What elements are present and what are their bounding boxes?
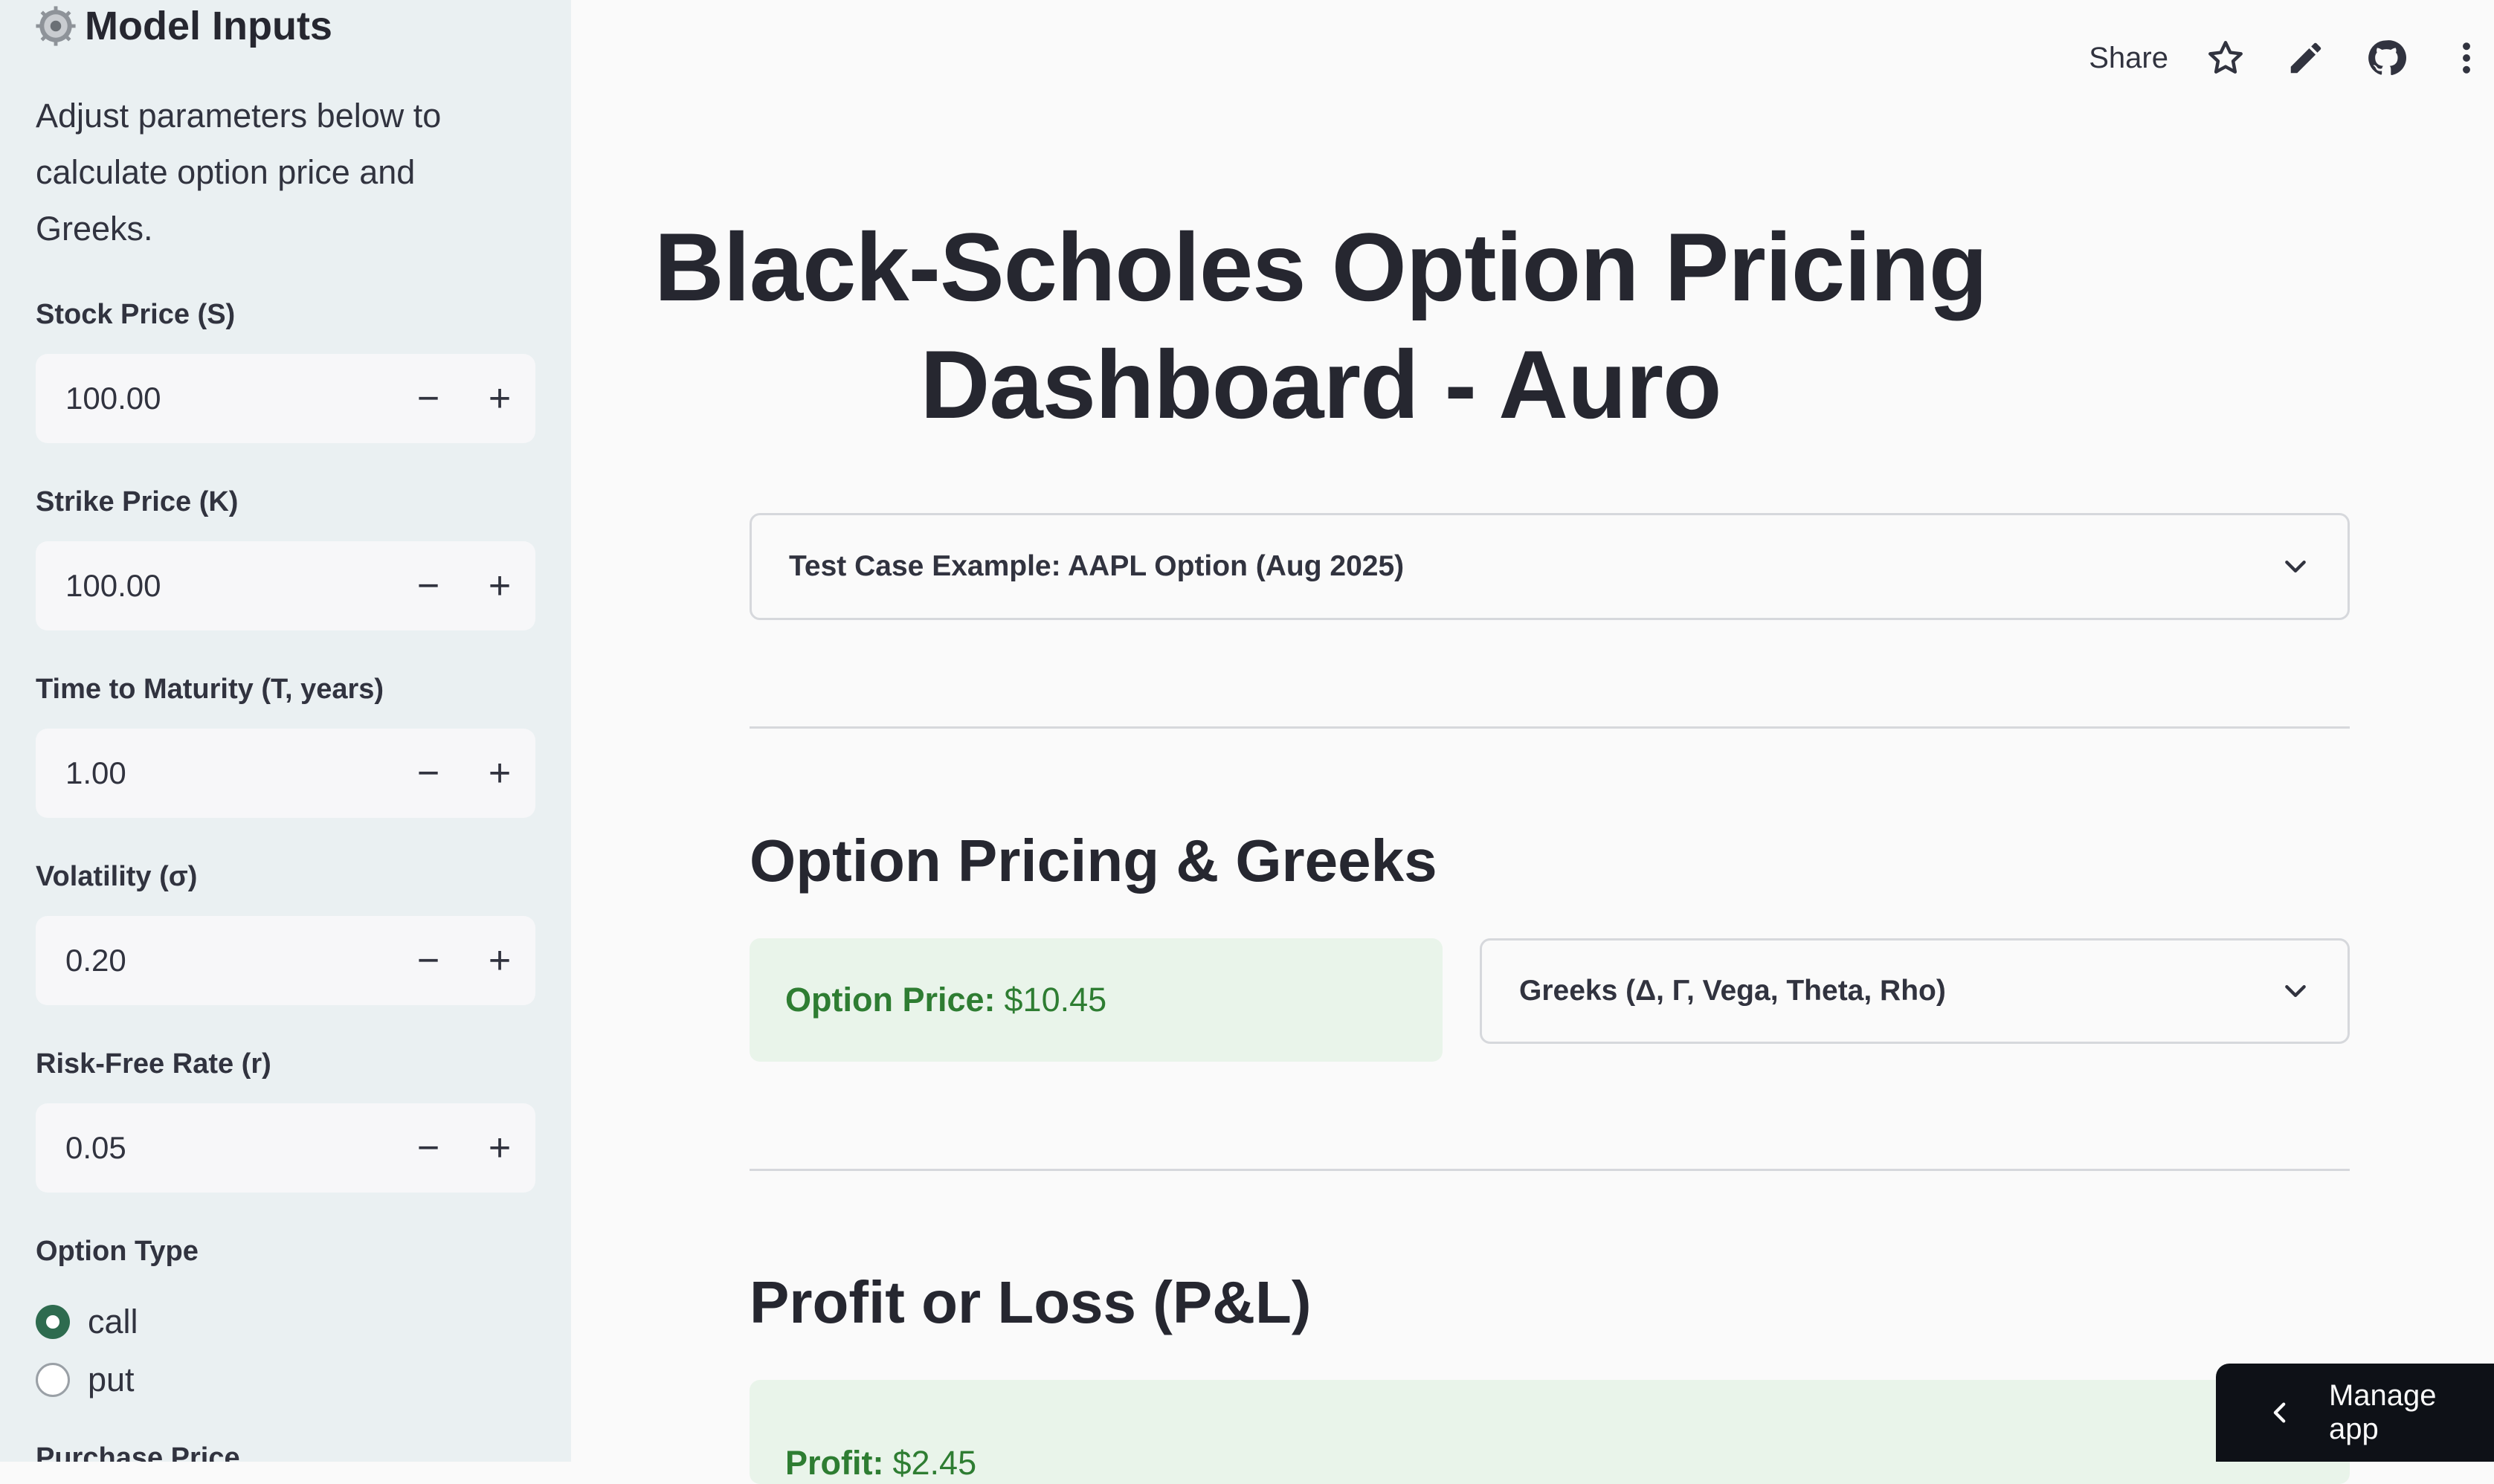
maturity-decrement-button[interactable]: − xyxy=(393,729,464,818)
radio-unselected-icon[interactable] xyxy=(36,1363,70,1397)
option-put-label[interactable]: put xyxy=(88,1361,135,1399)
option-call-label[interactable]: call xyxy=(88,1303,138,1341)
strike-price-decrement-button[interactable]: − xyxy=(393,541,464,630)
profit-value: $2.45 xyxy=(892,1444,977,1482)
stock-price-label: Stock Price (S) xyxy=(36,299,236,330)
option-type-put-radio[interactable]: put xyxy=(36,1361,135,1399)
risk-free-rate-input[interactable]: 0.05 − + xyxy=(36,1103,535,1193)
option-price-label: Option Price: xyxy=(785,981,996,1019)
risk-free-rate-increment-button[interactable]: + xyxy=(464,1103,535,1193)
option-type-call-radio[interactable]: call xyxy=(36,1303,138,1341)
profit-metric: Profit: $2.45 xyxy=(750,1380,2350,1484)
option-type-label: Option Type xyxy=(36,1236,199,1267)
pricing-section-heading: Option Pricing & Greeks xyxy=(750,828,1437,894)
maturity-increment-button[interactable]: + xyxy=(464,729,535,818)
maturity-input[interactable]: 1.00 − + xyxy=(36,729,535,818)
option-price-metric: Option Price: $10.45 xyxy=(750,938,1443,1062)
maturity-label: Time to Maturity (T, years) xyxy=(36,674,384,705)
divider xyxy=(750,726,2350,729)
profit-label: Profit: xyxy=(785,1444,884,1482)
chevron-left-icon[interactable] xyxy=(2268,1400,2293,1425)
sidebar-description: Adjust parameters below to calculate opt… xyxy=(36,97,442,248)
manage-app-button[interactable]: Manage app xyxy=(2216,1364,2494,1462)
radio-selected-icon[interactable] xyxy=(36,1305,70,1339)
test-case-expander[interactable]: Test Case Example: AAPL Option (Aug 2025… xyxy=(750,513,2350,620)
stock-price-value[interactable]: 100.00 xyxy=(36,381,393,416)
pnl-section-heading: Profit or Loss (P&L) xyxy=(750,1269,1312,1335)
sidebar-title: Model Inputs xyxy=(85,4,332,48)
greeks-expander-label[interactable]: Greeks (Δ, Γ, Vega, Theta, Rho) xyxy=(1519,975,1946,1007)
manage-app-label[interactable]: Manage app xyxy=(2329,1379,2494,1446)
page-title: Black-Scholes Option Pricing Dashboard -… xyxy=(654,213,1988,439)
maturity-value[interactable]: 1.00 xyxy=(36,755,393,791)
chevron-down-icon[interactable] xyxy=(2281,976,2310,1006)
strike-price-label: Strike Price (K) xyxy=(36,486,239,517)
test-case-expander-label[interactable]: Test Case Example: AAPL Option (Aug 2025… xyxy=(789,550,1404,583)
option-price-value: $10.45 xyxy=(1004,981,1107,1019)
main-content: Black-Scholes Option Pricing Dashboard -… xyxy=(571,0,2494,1484)
risk-free-rate-label: Risk-Free Rate (r) xyxy=(36,1048,271,1080)
strike-price-increment-button[interactable]: + xyxy=(464,541,535,630)
volatility-input[interactable]: 0.20 − + xyxy=(36,916,535,1005)
strike-price-input[interactable]: 100.00 − + xyxy=(36,541,535,630)
divider xyxy=(750,1169,2350,1171)
volatility-value[interactable]: 0.20 xyxy=(36,943,393,978)
chevron-down-icon[interactable] xyxy=(2281,552,2310,581)
gear-icon xyxy=(36,6,76,46)
risk-free-rate-value[interactable]: 0.05 xyxy=(36,1130,393,1166)
risk-free-rate-decrement-button[interactable]: − xyxy=(393,1103,464,1193)
volatility-decrement-button[interactable]: − xyxy=(393,916,464,1005)
purchase-price-label: Purchase Price xyxy=(36,1442,240,1462)
volatility-label: Volatility (σ) xyxy=(36,861,198,892)
stock-price-input[interactable]: 100.00 − + xyxy=(36,354,535,443)
sidebar-header: Model Inputs xyxy=(34,0,332,52)
greeks-expander[interactable]: Greeks (Δ, Γ, Vega, Theta, Rho) xyxy=(1480,938,2350,1044)
strike-price-value[interactable]: 100.00 xyxy=(36,568,393,604)
sidebar: Model Inputs Adjust parameters below to … xyxy=(0,0,571,1462)
volatility-increment-button[interactable]: + xyxy=(464,916,535,1005)
stock-price-decrement-button[interactable]: − xyxy=(393,354,464,443)
